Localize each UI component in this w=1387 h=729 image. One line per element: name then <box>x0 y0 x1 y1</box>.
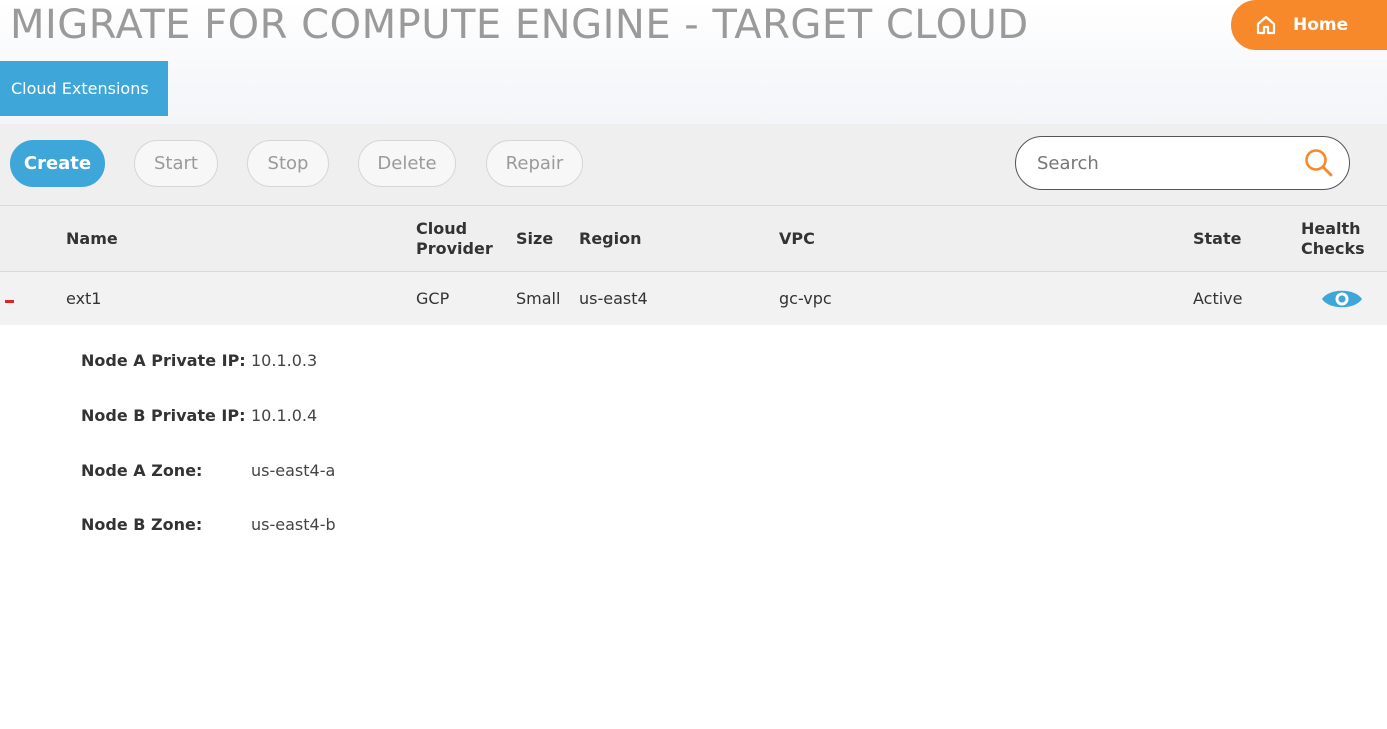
cell-size: Small <box>516 289 561 308</box>
column-header-region[interactable]: Region <box>579 229 642 249</box>
column-header-cloud-provider-line2: Provider <box>416 239 493 258</box>
column-header-size[interactable]: Size <box>516 229 553 249</box>
column-header-cloud-provider[interactable]: Cloud Provider <box>416 219 493 259</box>
toolbar: Create Start Stop Delete Repair <box>0 124 1387 206</box>
detail-label: Node B Zone: <box>81 515 203 534</box>
collapse-icon[interactable] <box>5 300 14 303</box>
column-header-health-checks-line2: Checks <box>1301 239 1365 258</box>
detail-label: Node A Zone: <box>81 461 203 480</box>
search-icon[interactable] <box>1303 147 1335 179</box>
cell-region: us-east4 <box>579 289 648 308</box>
eye-icon[interactable] <box>1321 286 1363 312</box>
column-header-state[interactable]: State <box>1193 229 1241 249</box>
detail-value: 10.1.0.4 <box>251 406 318 425</box>
tab-label: Cloud Extensions <box>11 79 149 98</box>
page-title: MIGRATE FOR COMPUTE ENGINE - TARGET CLOU… <box>10 2 1029 48</box>
cell-vpc: gc-vpc <box>779 289 832 308</box>
table-row[interactable]: ext1 GCP Small us-east4 gc-vpc Active <box>0 272 1387 325</box>
column-header-vpc[interactable]: VPC <box>779 229 815 249</box>
column-header-name[interactable]: Name <box>66 229 118 249</box>
delete-button[interactable]: Delete <box>358 140 456 187</box>
home-button-label: Home <box>1293 15 1349 35</box>
detail-value: us-east4-a <box>251 461 336 480</box>
detail-value: 10.1.0.3 <box>251 351 318 370</box>
detail-label: Node B Private IP: <box>81 406 246 425</box>
table-header: Name Cloud Provider Size Region VPC Stat… <box>0 206 1387 272</box>
repair-button[interactable]: Repair <box>486 140 583 187</box>
create-button[interactable]: Create <box>10 140 105 187</box>
start-button[interactable]: Start <box>134 140 218 187</box>
detail-label: Node A Private IP: <box>81 351 246 370</box>
column-header-health-checks[interactable]: Health Checks <box>1301 219 1365 259</box>
cell-cloud-provider: GCP <box>416 289 450 308</box>
column-header-health-checks-line1: Health <box>1301 219 1361 238</box>
column-header-cloud-provider-line1: Cloud <box>416 219 468 238</box>
search-input[interactable] <box>1035 151 1289 175</box>
detail-value: us-east4-b <box>251 515 336 534</box>
cell-name: ext1 <box>66 289 102 308</box>
cell-state: Active <box>1193 289 1243 308</box>
home-button[interactable]: Home <box>1231 0 1387 50</box>
search-box <box>1015 136 1350 190</box>
home-icon <box>1255 14 1277 36</box>
tab-cloud-extensions[interactable]: Cloud Extensions <box>0 61 168 116</box>
stop-button[interactable]: Stop <box>247 140 329 187</box>
